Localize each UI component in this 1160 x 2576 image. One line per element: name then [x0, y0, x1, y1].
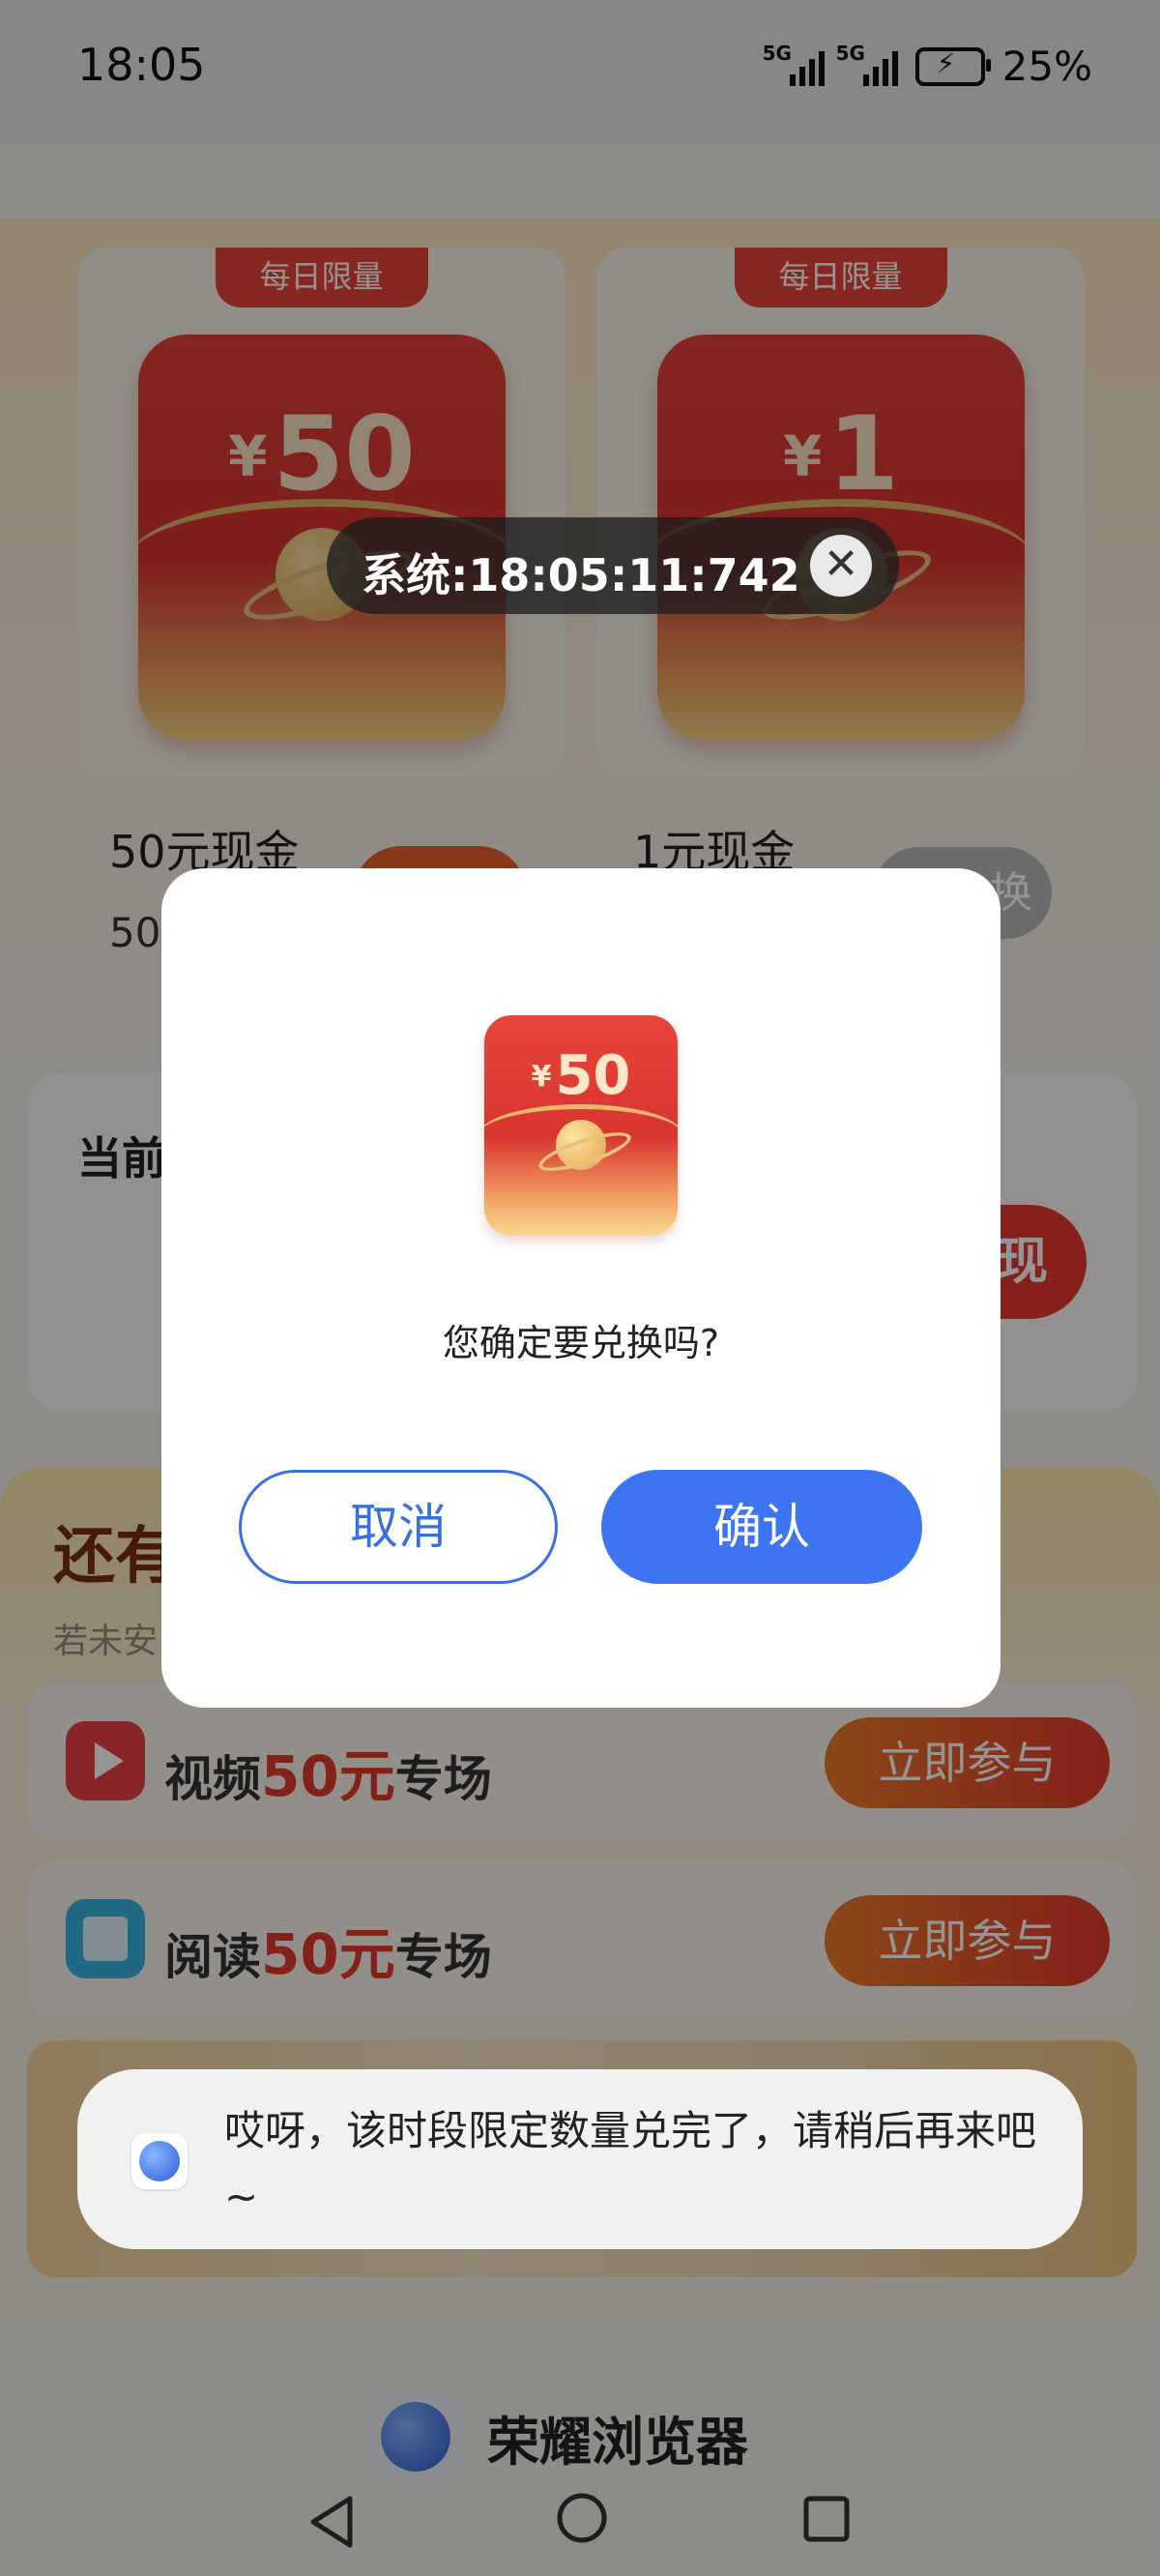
system-time-text: 系统:18:05:11:742 [362, 549, 800, 601]
close-icon[interactable]: ✕ [810, 535, 872, 597]
toast-notification: 哎呀，该时段限定数量兑完了，请稍后再来吧~ [77, 2069, 1083, 2249]
confirm-dialog: ¥50 您确定要兑换吗? 取消 确认 [161, 868, 1000, 1708]
envelope-amount: ¥50 [531, 1044, 631, 1107]
red-envelope-icon: ¥50 [484, 1015, 678, 1236]
app-screen: 18:05 5G 5G ⚡ 25% 每日限量 ¥50 每日限量 ¥1 50元现金… [0, 0, 1160, 2576]
toast-message: 哎呀，该时段限定数量兑完了，请稍后再来吧~ [224, 2107, 1037, 2220]
browser-logo-icon [131, 2133, 188, 2189]
cancel-button[interactable]: 取消 [239, 1470, 558, 1584]
confirm-button[interactable]: 确认 [601, 1470, 922, 1584]
system-time-pill: 系统:18:05:11:742 ✕ [327, 517, 899, 614]
dialog-message: 您确定要兑换吗? [442, 1322, 720, 1364]
